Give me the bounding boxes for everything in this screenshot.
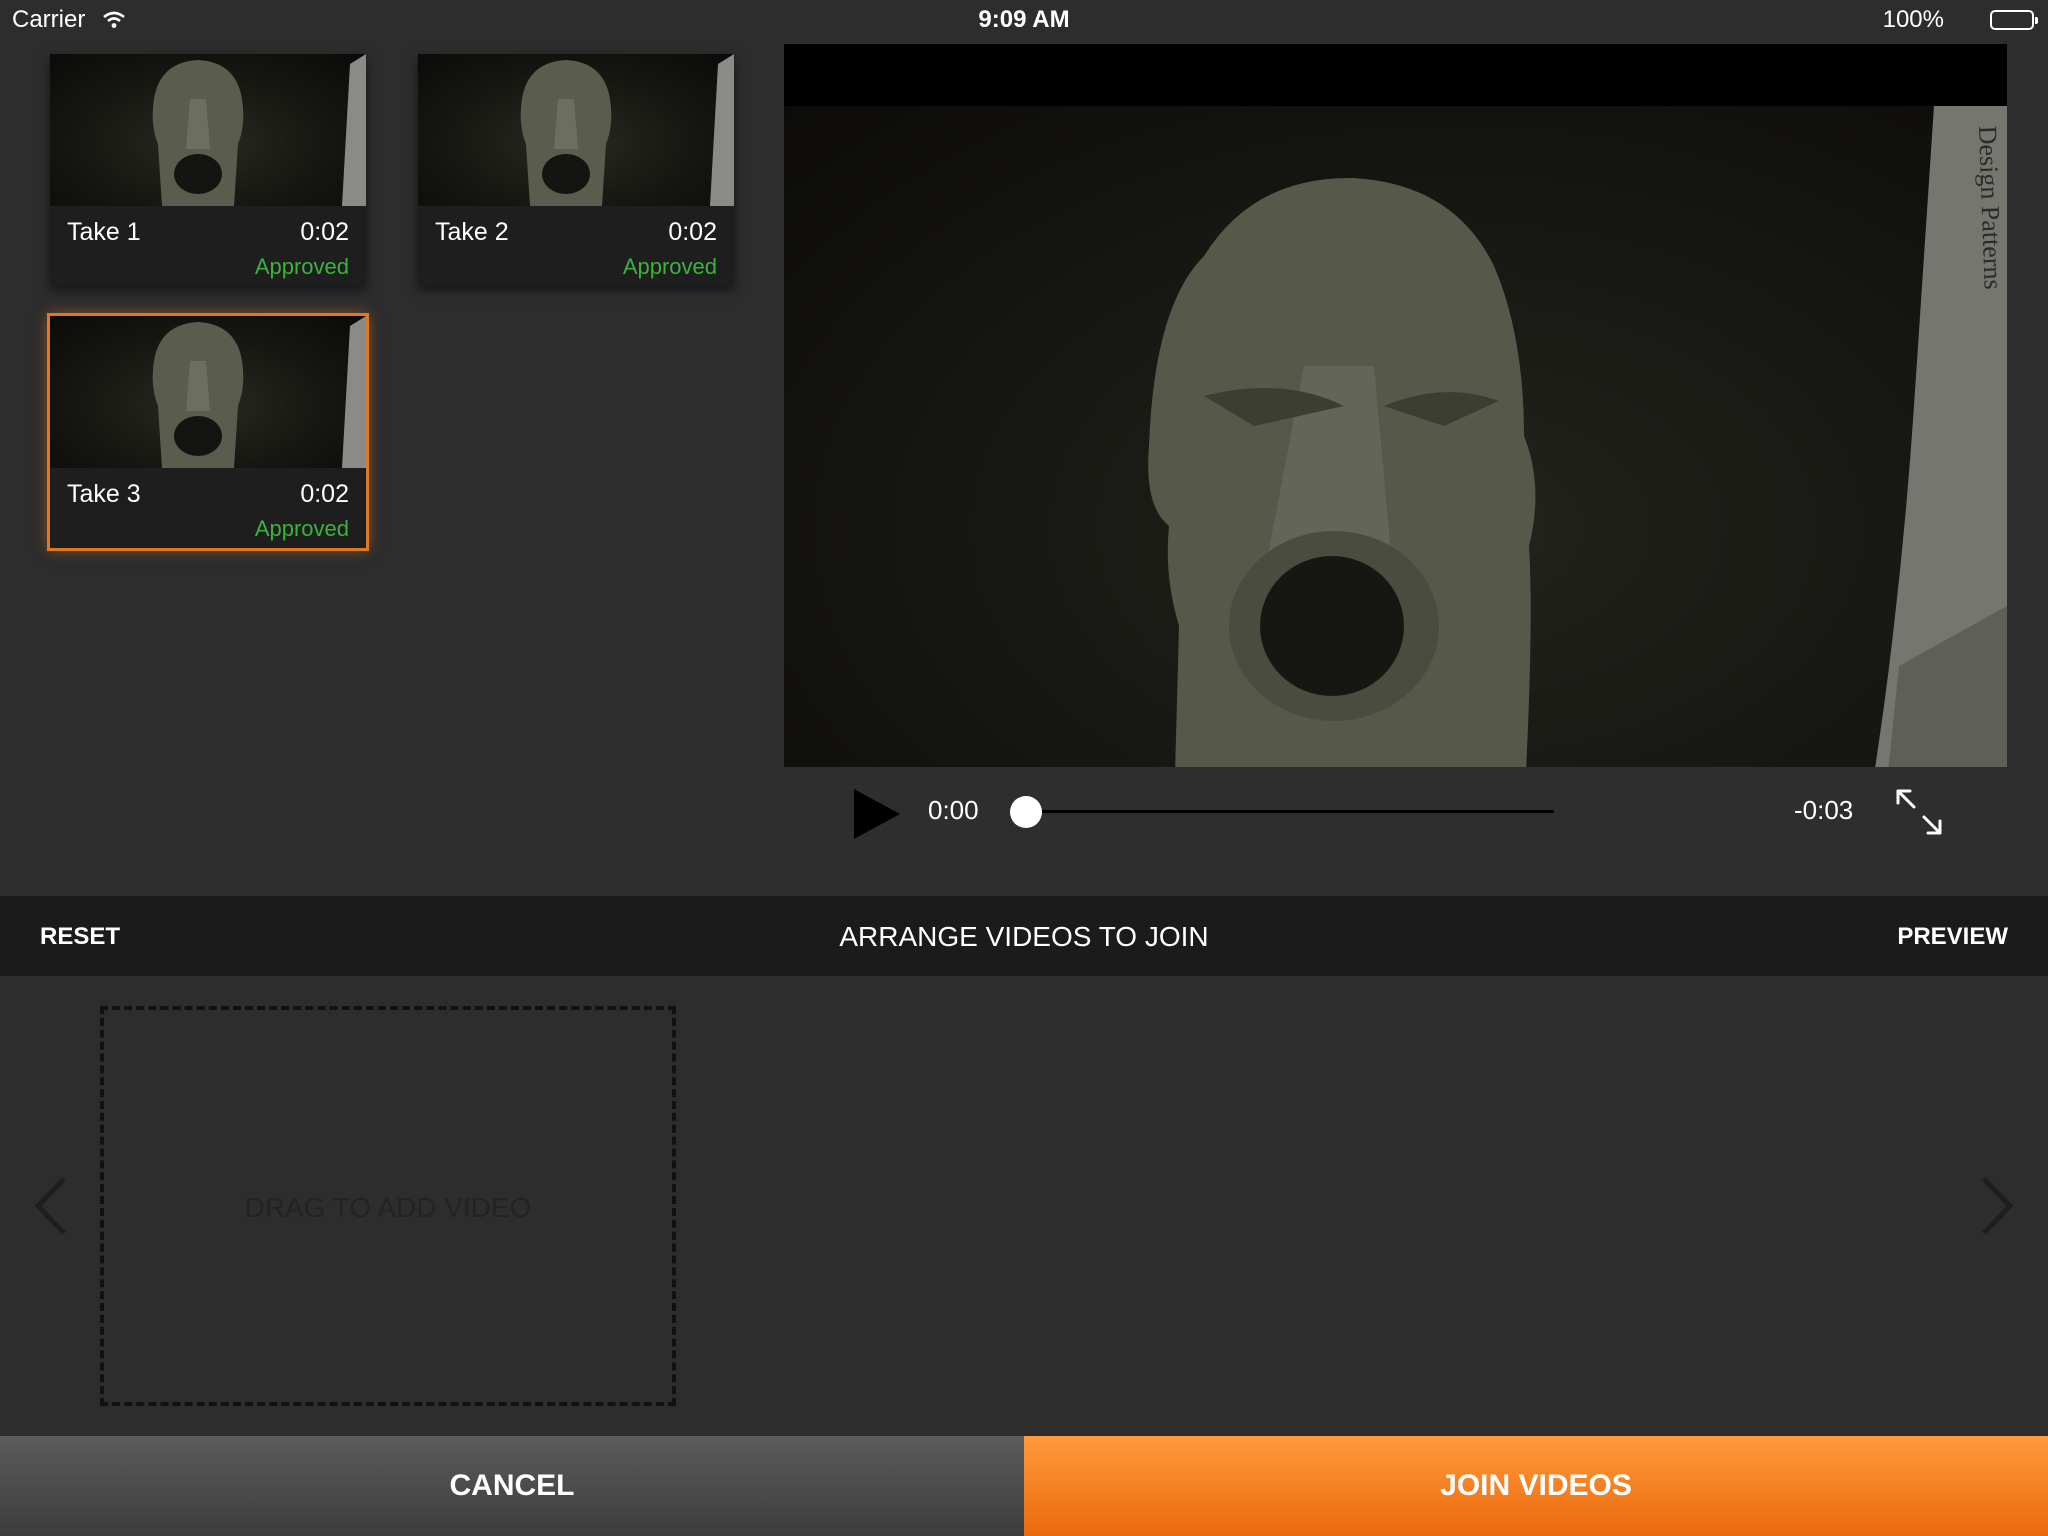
clip-duration: 0:02 — [300, 218, 349, 246]
video-drop-zone[interactable]: DRAG TO ADD VIDEO — [100, 1006, 676, 1406]
current-time: 0:00 — [928, 795, 979, 825]
clip-thumbnail — [418, 54, 734, 206]
battery-percentage: 100% — [1882, 6, 1944, 33]
cancel-button[interactable]: CANCEL — [0, 1436, 1024, 1536]
clip-status: Approved — [254, 254, 349, 279]
scrubber-knob[interactable] — [1010, 796, 1042, 828]
clip-card-take-1[interactable]: Take 1 0:02 Approved — [50, 54, 366, 286]
clip-title: Take 3 — [67, 480, 141, 508]
battery-icon — [1990, 10, 2038, 30]
clock: 9:09 AM — [978, 6, 1070, 33]
play-icon[interactable] — [852, 787, 902, 846]
clip-status: Approved — [254, 516, 349, 541]
expand-icon[interactable] — [1894, 787, 1944, 842]
clip-card-take-3[interactable]: Take 3 0:02 Approved — [47, 313, 369, 551]
book-spine-text: Design Patterns — [1973, 125, 2007, 290]
video-player[interactable]: Design Patterns 0:00 -0:03 — [784, 44, 2007, 856]
scrubber-track[interactable] — [1026, 810, 1554, 813]
preview-button[interactable]: PREVIEW — [1897, 923, 2008, 951]
drop-zone-hint: DRAG TO ADD VIDEO — [244, 1192, 532, 1223]
join-videos-button[interactable]: JOIN VIDEOS — [1024, 1436, 2048, 1536]
clip-duration: 0:02 — [668, 218, 717, 246]
remaining-time: -0:03 — [1794, 795, 1854, 825]
arrange-title: ARRANGE VIDEOS TO JOIN — [839, 921, 1209, 952]
clip-title: Take 2 — [435, 218, 509, 246]
player-controls: 0:00 -0:03 — [784, 767, 2007, 856]
clip-thumbnail — [50, 54, 366, 206]
clip-thumbnail — [50, 316, 366, 468]
status-bar: Carrier 9:09 AM 100% — [0, 0, 2048, 40]
video-frame[interactable]: Design Patterns — [784, 106, 2007, 811]
clip-duration: 0:02 — [300, 480, 349, 508]
clip-status: Approved — [622, 254, 717, 279]
clip-title: Take 1 — [67, 218, 141, 246]
clip-card-take-2[interactable]: Take 2 0:02 Approved — [418, 54, 734, 286]
chevron-right-icon[interactable] — [1978, 1175, 2018, 1242]
chevron-left-icon[interactable] — [30, 1175, 70, 1242]
arrange-toolbar: RESET ARRANGE VIDEOS TO JOIN PREVIEW — [0, 896, 2048, 976]
